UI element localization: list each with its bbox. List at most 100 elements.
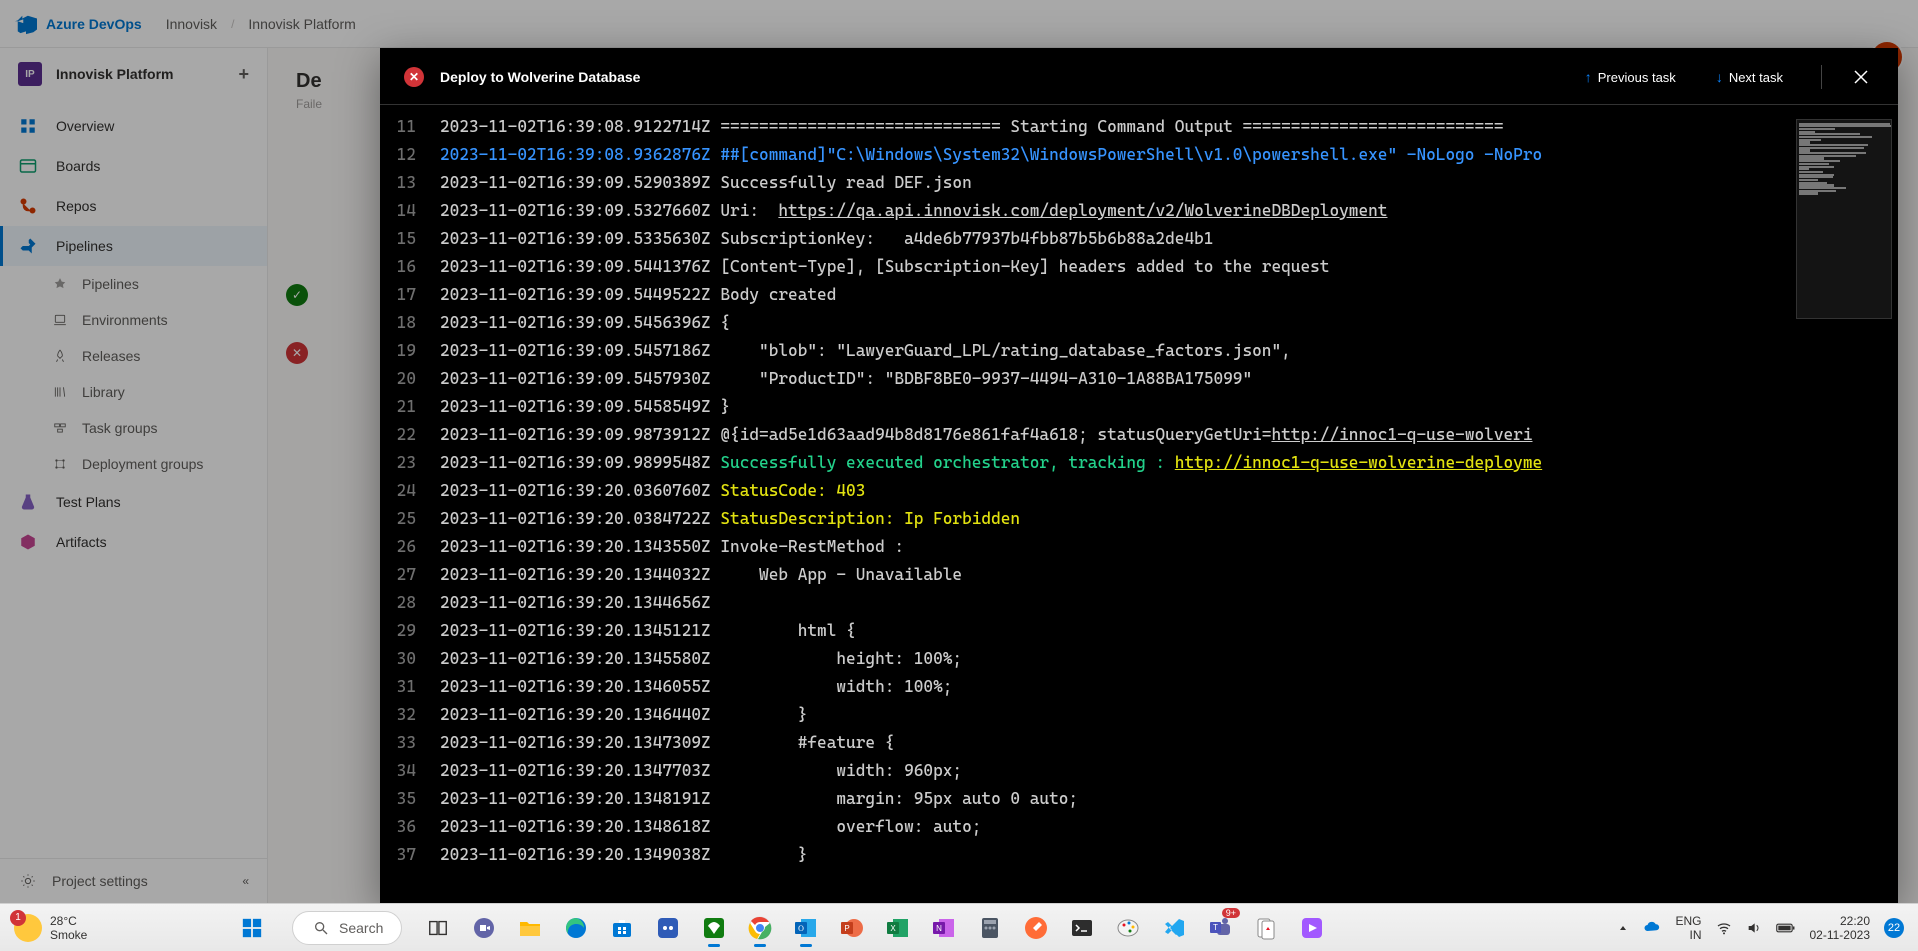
file-explorer-icon[interactable] — [510, 908, 550, 948]
edge-icon[interactable] — [556, 908, 596, 948]
solitaire-icon[interactable] — [1246, 908, 1286, 948]
line-number: 35 — [380, 785, 440, 813]
log-line[interactable]: 142023-11-02T16:39:09.5327660Z Uri: http… — [380, 197, 1898, 225]
line-number: 16 — [380, 253, 440, 281]
log-text: Successfully executed orchestrator, trac… — [720, 449, 1174, 477]
log-text: #feature { — [720, 729, 894, 757]
battery-icon[interactable] — [1776, 921, 1796, 935]
log-line[interactable]: 272023-11-02T16:39:20.1344032Z Web App -… — [380, 561, 1898, 589]
log-line[interactable]: 222023-11-02T16:39:09.9873912Z @{id=ad5e… — [380, 421, 1898, 449]
log-line[interactable]: 312023-11-02T16:39:20.1346055Z width: 10… — [380, 673, 1898, 701]
log-line[interactable]: 342023-11-02T16:39:20.1347703Z width: 96… — [380, 757, 1898, 785]
onenote-icon[interactable]: N — [924, 908, 964, 948]
taskbar-search[interactable]: Search — [292, 911, 402, 945]
tray-chevron-icon[interactable] — [1617, 922, 1629, 934]
log-text: Web App - Unavailable — [720, 561, 962, 589]
copilot-icon[interactable] — [648, 908, 688, 948]
log-line[interactable]: 162023-11-02T16:39:09.5441376Z [Content-… — [380, 253, 1898, 281]
previous-task-button[interactable]: ↑ Previous task — [1573, 65, 1688, 89]
log-line[interactable]: 192023-11-02T16:39:09.5457186Z "blob": "… — [380, 337, 1898, 365]
wifi-icon[interactable] — [1716, 920, 1732, 936]
log-line[interactable]: 292023-11-02T16:39:20.1345121Z html { — [380, 617, 1898, 645]
log-line[interactable]: 242023-11-02T16:39:20.0360760Z StatusCod… — [380, 477, 1898, 505]
log-line[interactable]: 112023-11-02T16:39:08.9122714Z =========… — [380, 113, 1898, 141]
log-line[interactable]: 282023-11-02T16:39:20.1344656Z — [380, 589, 1898, 617]
powerpoint-icon[interactable]: P — [832, 908, 872, 948]
log-line[interactable]: 362023-11-02T16:39:20.1348618Z overflow:… — [380, 813, 1898, 841]
log-line[interactable]: 152023-11-02T16:39:09.5335630Z Subscript… — [380, 225, 1898, 253]
close-panel-button[interactable] — [1848, 64, 1874, 90]
log-text: margin: 95px auto 0 auto; — [720, 785, 1078, 813]
line-number: 13 — [380, 169, 440, 197]
clock[interactable]: 22:20 02-11-2023 — [1810, 914, 1871, 942]
log-line[interactable]: 262023-11-02T16:39:20.1343550Z Invoke-Re… — [380, 533, 1898, 561]
xbox-icon[interactable] — [694, 908, 734, 948]
chrome-icon[interactable] — [740, 908, 780, 948]
log-timestamp: 2023-11-02T16:39:20.1345121Z — [440, 617, 720, 645]
vscode-icon[interactable] — [1154, 908, 1194, 948]
log-timestamp: 2023-11-02T16:39:20.1347309Z — [440, 729, 720, 757]
weather-widget[interactable]: 1 28°C Smoke — [14, 914, 214, 942]
postman-icon[interactable] — [1016, 908, 1056, 948]
log-text: ============================= Starting C… — [720, 113, 1503, 141]
prev-task-label: Previous task — [1598, 70, 1676, 85]
log-link[interactable]: https://qa.api.innovisk.com/deployment/v… — [778, 197, 1387, 225]
line-number: 12 — [380, 141, 440, 169]
svg-text:N: N — [936, 924, 942, 933]
log-line[interactable]: 132023-11-02T16:39:09.5290389Z Successfu… — [380, 169, 1898, 197]
line-number: 31 — [380, 673, 440, 701]
log-line[interactable]: 252023-11-02T16:39:20.0384722Z StatusDes… — [380, 505, 1898, 533]
line-number: 20 — [380, 365, 440, 393]
teams-icon[interactable]: T9+ — [1200, 908, 1240, 948]
clipchamp-icon[interactable] — [1292, 908, 1332, 948]
log-timestamp: 2023-11-02T16:39:20.1347703Z — [440, 757, 720, 785]
log-line[interactable]: 372023-11-02T16:39:20.1349038Z } — [380, 841, 1898, 869]
weather-text: 28°C Smoke — [50, 914, 87, 942]
log-text: "blob": "LawyerGuard_LPL/rating_database… — [720, 337, 1290, 365]
arrow-up-icon: ↑ — [1585, 69, 1592, 85]
start-button[interactable] — [232, 908, 272, 948]
onedrive-icon[interactable] — [1643, 919, 1661, 937]
log-link[interactable]: http://innoc1-q-use-wolverine-deployme — [1175, 449, 1542, 477]
next-task-button[interactable]: ↓ Next task — [1704, 65, 1795, 89]
log-line[interactable]: 172023-11-02T16:39:09.5449522Z Body crea… — [380, 281, 1898, 309]
log-timestamp: 2023-11-02T16:39:09.5335630Z — [440, 225, 720, 253]
log-timestamp: 2023-11-02T16:39:20.1346055Z — [440, 673, 720, 701]
notification-badge[interactable]: 22 — [1884, 918, 1904, 938]
log-text: { — [720, 309, 730, 337]
line-number: 19 — [380, 337, 440, 365]
line-number: 11 — [380, 113, 440, 141]
volume-icon[interactable] — [1746, 920, 1762, 936]
log-line[interactable]: 232023-11-02T16:39:09.9899548Z Successfu… — [380, 449, 1898, 477]
log-body[interactable]: 112023-11-02T16:39:08.9122714Z =========… — [380, 105, 1898, 903]
log-text: height: 100%; — [720, 645, 962, 673]
language-indicator[interactable]: ENG IN — [1675, 914, 1701, 942]
outlook-icon[interactable]: O — [786, 908, 826, 948]
task-fail-icon: ✕ — [404, 67, 424, 87]
log-line[interactable]: 332023-11-02T16:39:20.1347309Z #feature … — [380, 729, 1898, 757]
line-number: 27 — [380, 561, 440, 589]
line-number: 17 — [380, 281, 440, 309]
terminal-icon[interactable] — [1062, 908, 1102, 948]
log-minimap[interactable] — [1796, 119, 1892, 319]
time: 22:20 — [1810, 914, 1871, 928]
line-number: 29 — [380, 617, 440, 645]
log-line[interactable]: 122023-11-02T16:39:08.9362876Z ##[comman… — [380, 141, 1898, 169]
calculator-icon[interactable] — [970, 908, 1010, 948]
teams-camera-icon[interactable] — [464, 908, 504, 948]
excel-icon[interactable]: X — [878, 908, 918, 948]
log-line[interactable]: 182023-11-02T16:39:09.5456396Z { — [380, 309, 1898, 337]
log-line[interactable]: 202023-11-02T16:39:09.5457930Z "ProductI… — [380, 365, 1898, 393]
log-link[interactable]: http://innoc1-q-use-wolveri — [1271, 421, 1532, 449]
task-view-icon[interactable] — [418, 908, 458, 948]
log-timestamp: 2023-11-02T16:39:09.5456396Z — [440, 309, 720, 337]
log-line[interactable]: 212023-11-02T16:39:09.5458549Z } — [380, 393, 1898, 421]
log-line[interactable]: 322023-11-02T16:39:20.1346440Z } — [380, 701, 1898, 729]
store-icon[interactable] — [602, 908, 642, 948]
log-line[interactable]: 302023-11-02T16:39:20.1345580Z height: 1… — [380, 645, 1898, 673]
next-task-label: Next task — [1729, 70, 1783, 85]
paint-icon[interactable] — [1108, 908, 1148, 948]
log-line[interactable]: 352023-11-02T16:39:20.1348191Z margin: 9… — [380, 785, 1898, 813]
weather-icon: 1 — [14, 914, 42, 942]
svg-text:O: O — [798, 924, 804, 933]
